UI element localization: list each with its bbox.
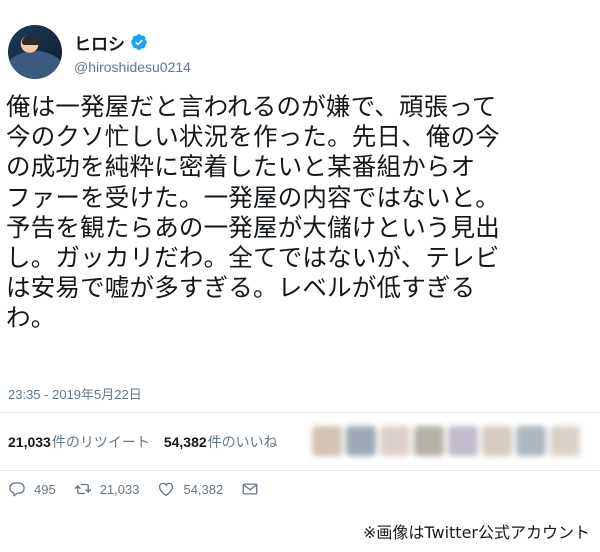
avatar (414, 426, 444, 456)
name-row: ヒロシ (74, 30, 191, 55)
tweet-text: 俺は一発屋だと言われるのが嫌で、頑張って 今のクソ忙しい状況を作った。先日、俺の… (6, 92, 591, 334)
avatar (516, 426, 546, 456)
direct-message-button[interactable] (241, 480, 267, 498)
tweet-card: ヒロシ @hiroshidesu0214 俺は一発屋だと言われるのが嫌で、頑張っ… (0, 0, 600, 520)
engagement-stats: 21,033 件のリツイート 54,382 件のいいね (8, 422, 292, 462)
retweet-stat-count: 21,033 (8, 434, 51, 450)
like-stat-count: 54,382 (163, 434, 207, 450)
tweet-text-line: し。ガッカリだわ。全てではないが、テレビ (6, 243, 500, 273)
verified-badge-icon (130, 33, 148, 51)
retweet-stat-label: 件のリツイート (51, 434, 150, 450)
tweet-text-line: 俺は一発屋だと言われるのが嫌で、頑張って (6, 92, 497, 121)
tweet-actions: 495 21,033 54,382 (8, 480, 285, 498)
like-count: 54,382 (183, 481, 224, 497)
divider (0, 470, 600, 471)
retweet-count: 21,033 (99, 481, 140, 497)
tweet-text-line: ファーを受けた。一発屋の内容ではないと。 (6, 182, 500, 212)
retweet-stat[interactable]: 21,033 件のリツイート (8, 432, 150, 452)
reply-icon (9, 482, 25, 497)
like-stat[interactable]: 54,382 件のいいね (164, 432, 278, 452)
tweet-text-line: の成功を純粋に密着したいと某番組からオ (6, 152, 476, 182)
author-block: ヒロシ @hiroshidesu0214 (74, 30, 191, 75)
tweet-timestamp[interactable]: 23:35 - 2019年5月22日 (8, 384, 142, 403)
liker-avatars-blurred (312, 420, 600, 464)
reply-button[interactable]: 495 (8, 480, 56, 498)
avatar (380, 426, 410, 456)
like-stat-label: 件のいいね (207, 434, 278, 450)
avatar (550, 426, 580, 456)
avatar (482, 426, 512, 456)
envelope-icon (242, 483, 258, 495)
retweet-icon (74, 483, 91, 495)
reply-count: 495 (34, 481, 56, 497)
divider (0, 412, 600, 413)
avatar (312, 426, 342, 456)
heart-icon (159, 482, 174, 497)
avatar (448, 426, 478, 456)
tweet-text-line: は安易で嘘が多すぎる。レベルが低すぎる (6, 273, 476, 303)
tweet-text-line: わ。 (6, 303, 56, 333)
handle[interactable]: @hiroshidesu0214 (74, 59, 191, 75)
avatar (346, 426, 376, 456)
tweet-text-line: 今のクソ忙しい状況を作った。先日、俺の今 (6, 122, 500, 152)
display-name[interactable]: ヒロシ (74, 30, 125, 55)
tweet-text-line: 予告を観たらあの一発屋が大儲けという見出 (6, 212, 500, 242)
avatar[interactable] (8, 25, 62, 79)
like-button[interactable]: 54,382 (157, 480, 223, 498)
tweet-header: ヒロシ @hiroshidesu0214 (8, 22, 191, 82)
image-caption: ※画像はTwitter公式アカウント (362, 523, 590, 542)
retweet-button[interactable]: 21,033 (74, 480, 140, 498)
